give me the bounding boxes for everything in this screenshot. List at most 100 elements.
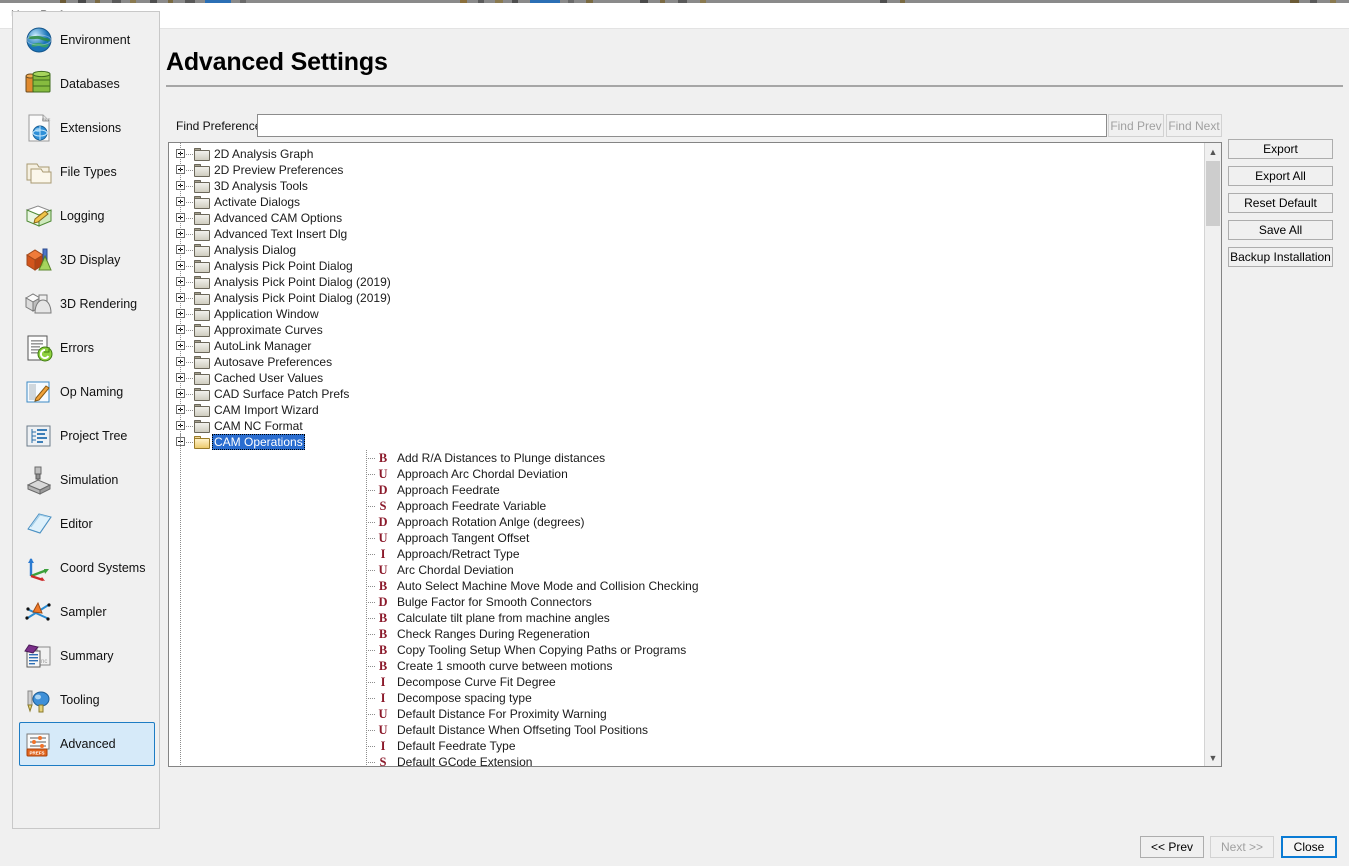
folder-open-icon [194,436,210,449]
scrollbar-thumb[interactable] [1206,161,1220,226]
tree-folder-row[interactable]: CAM NC Format [169,418,1205,434]
sidebar-item-sampler[interactable]: Sampler [19,590,155,634]
tree-folder-row[interactable]: CAM Import Wizard [169,402,1205,418]
sidebar-item-label: Tooling [60,693,100,707]
tree-folder-row[interactable]: Cached User Values [169,370,1205,386]
tree-preference-row[interactable]: B Calculate tilt plane from machine angle… [169,610,1205,626]
tree-rows[interactable]: 2D Analysis Graph 2D Preview Preferences 3… [169,143,1205,766]
tree-folder-row[interactable]: 2D Analysis Graph [169,146,1205,162]
tree-preference-row[interactable]: D Approach Feedrate [169,482,1205,498]
sidebar-item-advanced[interactable]: PREFS Advanced [19,722,155,766]
sidebar-item-summary[interactable]: nc Summary [19,634,155,678]
find-next-button[interactable]: Find Next [1166,114,1222,137]
preference-label: Arc Chordal Deviation [397,563,514,577]
tree-folder-label: Approximate Curves [214,323,323,337]
tree-preference-row[interactable]: S Approach Feedrate Variable [169,498,1205,514]
save-all-button[interactable]: Save All [1228,220,1333,240]
sidebar-item-simulation[interactable]: Simulation [19,458,155,502]
tree-preference-row[interactable]: D Approach Rotation Anlge (degrees) [169,514,1205,530]
tree-folder-row[interactable]: Advanced Text Insert Dlg [169,226,1205,242]
tree-folder-row[interactable]: CAD Surface Patch Prefs [169,386,1205,402]
tree-folder-row[interactable]: Analysis Pick Point Dialog (2019) [169,274,1205,290]
tree-preference-row[interactable]: D Bulge Factor for Smooth Connectors [169,594,1205,610]
sidebar-item-op-naming[interactable]: Op Naming [19,370,155,414]
tree-folder-row[interactable]: Advanced CAM Options [169,210,1205,226]
sidebar-item-label: 3D Display [60,253,121,267]
close-button[interactable]: Close [1281,836,1337,858]
sidebar-item-tooling[interactable]: Tooling [19,678,155,722]
scroll-down-icon[interactable]: ▼ [1205,749,1221,766]
tree-connector [366,714,376,715]
next-button[interactable]: Next >> [1210,836,1274,858]
cube-cone-icon [22,243,56,277]
scroll-up-icon[interactable]: ▲ [1205,143,1221,160]
tree-folder-label: Advanced CAM Options [214,211,343,225]
preference-label: Approach/Retract Type [397,547,520,561]
tree-folder-label: CAM Operations [212,434,305,450]
prev-button[interactable]: << Prev [1140,836,1204,858]
tree-preference-row[interactable]: U Approach Tangent Offset [169,530,1205,546]
backup-installation-button[interactable]: Backup Installation [1228,247,1333,267]
tree-folder-row[interactable]: AutoLink Manager [169,338,1205,354]
folder-icon [194,420,210,433]
sidebar-item-logging[interactable]: Logging [19,194,155,238]
tree-preference-row[interactable]: B Add R/A Distances to Plunge distances [169,450,1205,466]
sidebar-item-3d-display[interactable]: 3D Display [19,238,155,282]
find-preference-input-wrap[interactable] [257,114,1107,137]
svg-text:nc: nc [41,659,47,665]
tree-preference-row[interactable]: B Copy Tooling Setup When Copying Paths o… [169,642,1205,658]
tree-folder-row[interactable]: Analysis Dialog [169,242,1205,258]
tree-preference-row[interactable]: U Default Distance For Proximity Warning [169,706,1205,722]
tree-preference-row[interactable]: B Create 1 smooth curve between motions [169,658,1205,674]
tree-folder-row[interactable]: Approximate Curves [169,322,1205,338]
tree-preference-row[interactable]: I Approach/Retract Type [169,546,1205,562]
preference-label: Create 1 smooth curve between motions [397,659,613,673]
preference-type-letter: I [380,691,386,705]
preference-label: Decompose spacing type [397,691,532,705]
tree-preference-row[interactable]: U Default Distance When Offseting Tool Po… [169,722,1205,738]
tree-preference-row[interactable]: I Decompose Curve Fit Degree [169,674,1205,690]
tree-folder-selected[interactable]: CAM Operations [169,434,1205,450]
tree-folder-label: 2D Analysis Graph [214,147,314,161]
tree-preference-row[interactable]: I Decompose spacing type [169,690,1205,706]
sidebar-item-databases[interactable]: Databases [19,62,155,106]
search-input[interactable] [258,115,1106,136]
tree-scrollbar[interactable]: ▲ ▼ [1204,143,1221,766]
sidebar-item-project-tree[interactable]: Project Tree [19,414,155,458]
sidebar-item-extensions[interactable]: FILE Extensions [19,106,155,150]
sidebar-item-3d-rendering[interactable]: 3D Rendering [19,282,155,326]
folder-icon [194,340,210,353]
user-preferences-window: User Preferences Environment [0,3,1349,866]
tree-connector [366,586,376,587]
tree-folder-label: Analysis Pick Point Dialog (2019) [214,291,391,305]
export-all-button[interactable]: Export All [1228,166,1333,186]
sidebar-item-editor[interactable]: Editor [19,502,155,546]
tree-folder-row[interactable]: Application Window [169,306,1205,322]
preference-tree[interactable]: 2D Analysis Graph 2D Preview Preferences 3… [168,142,1222,767]
reset-default-button[interactable]: Reset Default [1228,193,1333,213]
tree-folder-row[interactable]: 3D Analysis Tools [169,178,1205,194]
sidebar-item-file-types[interactable]: File Types [19,150,155,194]
sidebar-item-environment[interactable]: Environment [19,18,155,62]
tree-preference-row[interactable]: U Approach Arc Chordal Deviation [169,466,1205,482]
tree-folder-row[interactable]: Analysis Pick Point Dialog (2019) [169,290,1205,306]
tree-folder-row[interactable]: Autosave Preferences [169,354,1205,370]
tree-folder-row[interactable]: 2D Preview Preferences [169,162,1205,178]
preference-type-letter: I [380,547,386,561]
tree-folder-row[interactable]: Activate Dialogs [169,194,1205,210]
folder-icon [194,276,210,289]
sidebar-item-errors[interactable]: Errors [19,326,155,370]
tree-preference-row[interactable]: U Arc Chordal Deviation [169,562,1205,578]
export-button[interactable]: Export [1228,139,1333,159]
preference-type-letter: D [378,515,388,529]
tree-folder-row[interactable]: Analysis Pick Point Dialog [169,258,1205,274]
tree-preference-row[interactable]: B Auto Select Machine Move Mode and Colli… [169,578,1205,594]
sidebar-item-coord-systems[interactable]: Coord Systems [19,546,155,590]
tree-preference-row[interactable]: S Default GCode Extension [169,754,1205,766]
find-prev-button[interactable]: Find Prev [1108,114,1164,137]
tree-preference-row[interactable]: B Check Ranges During Regeneration [169,626,1205,642]
find-preference-label: Find Preference [176,119,262,133]
preference-type-letter: D [378,595,388,609]
preference-label: Default GCode Extension [397,755,533,766]
tree-preference-row[interactable]: I Default Feedrate Type [169,738,1205,754]
